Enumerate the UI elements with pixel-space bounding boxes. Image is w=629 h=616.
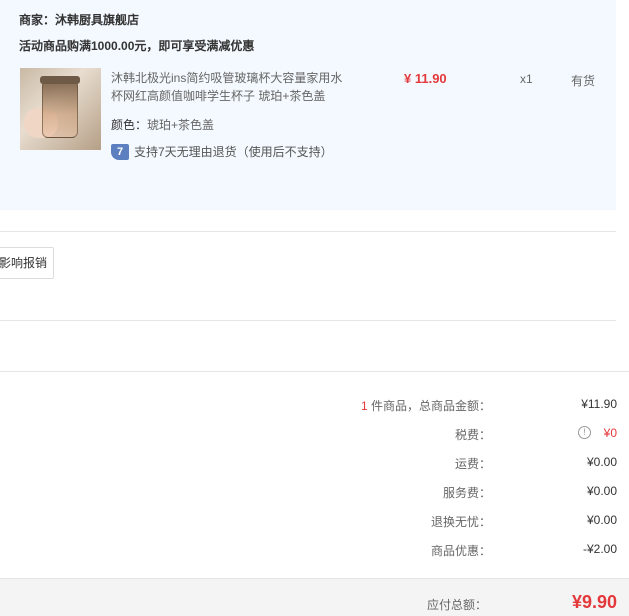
divider [0, 320, 616, 321]
shipping-value: ¥0.00 [586, 455, 617, 469]
product-image[interactable] [20, 68, 101, 150]
goods-count: 1 [360, 399, 368, 413]
color-value: 琥珀+茶色盖 [147, 118, 215, 132]
payable-label: 应付总额： [426, 598, 487, 612]
discount-value: -¥2.00 [582, 542, 617, 556]
product-price: ¥ 11.90 [404, 71, 447, 86]
goods-count-text: 件商品，总商品金额： [367, 399, 491, 413]
return-insurance-value: ¥0.00 [586, 513, 617, 527]
return-policy: 7 支持7天无理由退货（使用后不支持） [111, 143, 333, 160]
promo-text: 活动商品购满1000.00元，即可享受满减优惠 [19, 39, 255, 53]
service-fee-label: 服务费： [442, 486, 491, 500]
seller-name[interactable]: 商家：沐韩厨具旗舰店 [19, 11, 139, 28]
payable-total: ¥9.90 [571, 592, 617, 612]
stock-status: 有货 [571, 74, 596, 88]
tax-label: 税费： [454, 428, 491, 442]
divider [0, 371, 629, 372]
product-color: 颜色：琥珀+茶色盖 [111, 116, 214, 133]
return-insurance-label: 退换无忧： [430, 515, 491, 529]
lid-graphic [40, 76, 80, 84]
invoice-button[interactable]: 影响报销 [0, 247, 54, 279]
goods-total: ¥11.90 [581, 397, 617, 411]
return-policy-text: 支持7天无理由退货（使用后不支持） [134, 145, 333, 159]
product-title[interactable]: 沐韩北极光ins简约吸管玻璃杯大容量家用水杯网红高颜值咖啡学生杯子 琥珀+茶色盖 [111, 69, 351, 105]
shipping-label: 运费： [454, 457, 491, 471]
total-bar [0, 578, 629, 616]
info-icon[interactable]: ! [578, 426, 591, 439]
product-quantity: x1 [520, 72, 533, 86]
color-key: 颜色： [111, 118, 148, 132]
seven-day-return-icon: 7 [111, 143, 129, 160]
tax-value: ¥0 [603, 426, 617, 440]
service-fee-value: ¥0.00 [586, 484, 617, 498]
discount-label: 商品优惠： [430, 544, 491, 558]
divider [0, 231, 616, 232]
cup-graphic [42, 80, 78, 138]
goods-count-label: 1 件商品，总商品金额： [361, 397, 491, 414]
